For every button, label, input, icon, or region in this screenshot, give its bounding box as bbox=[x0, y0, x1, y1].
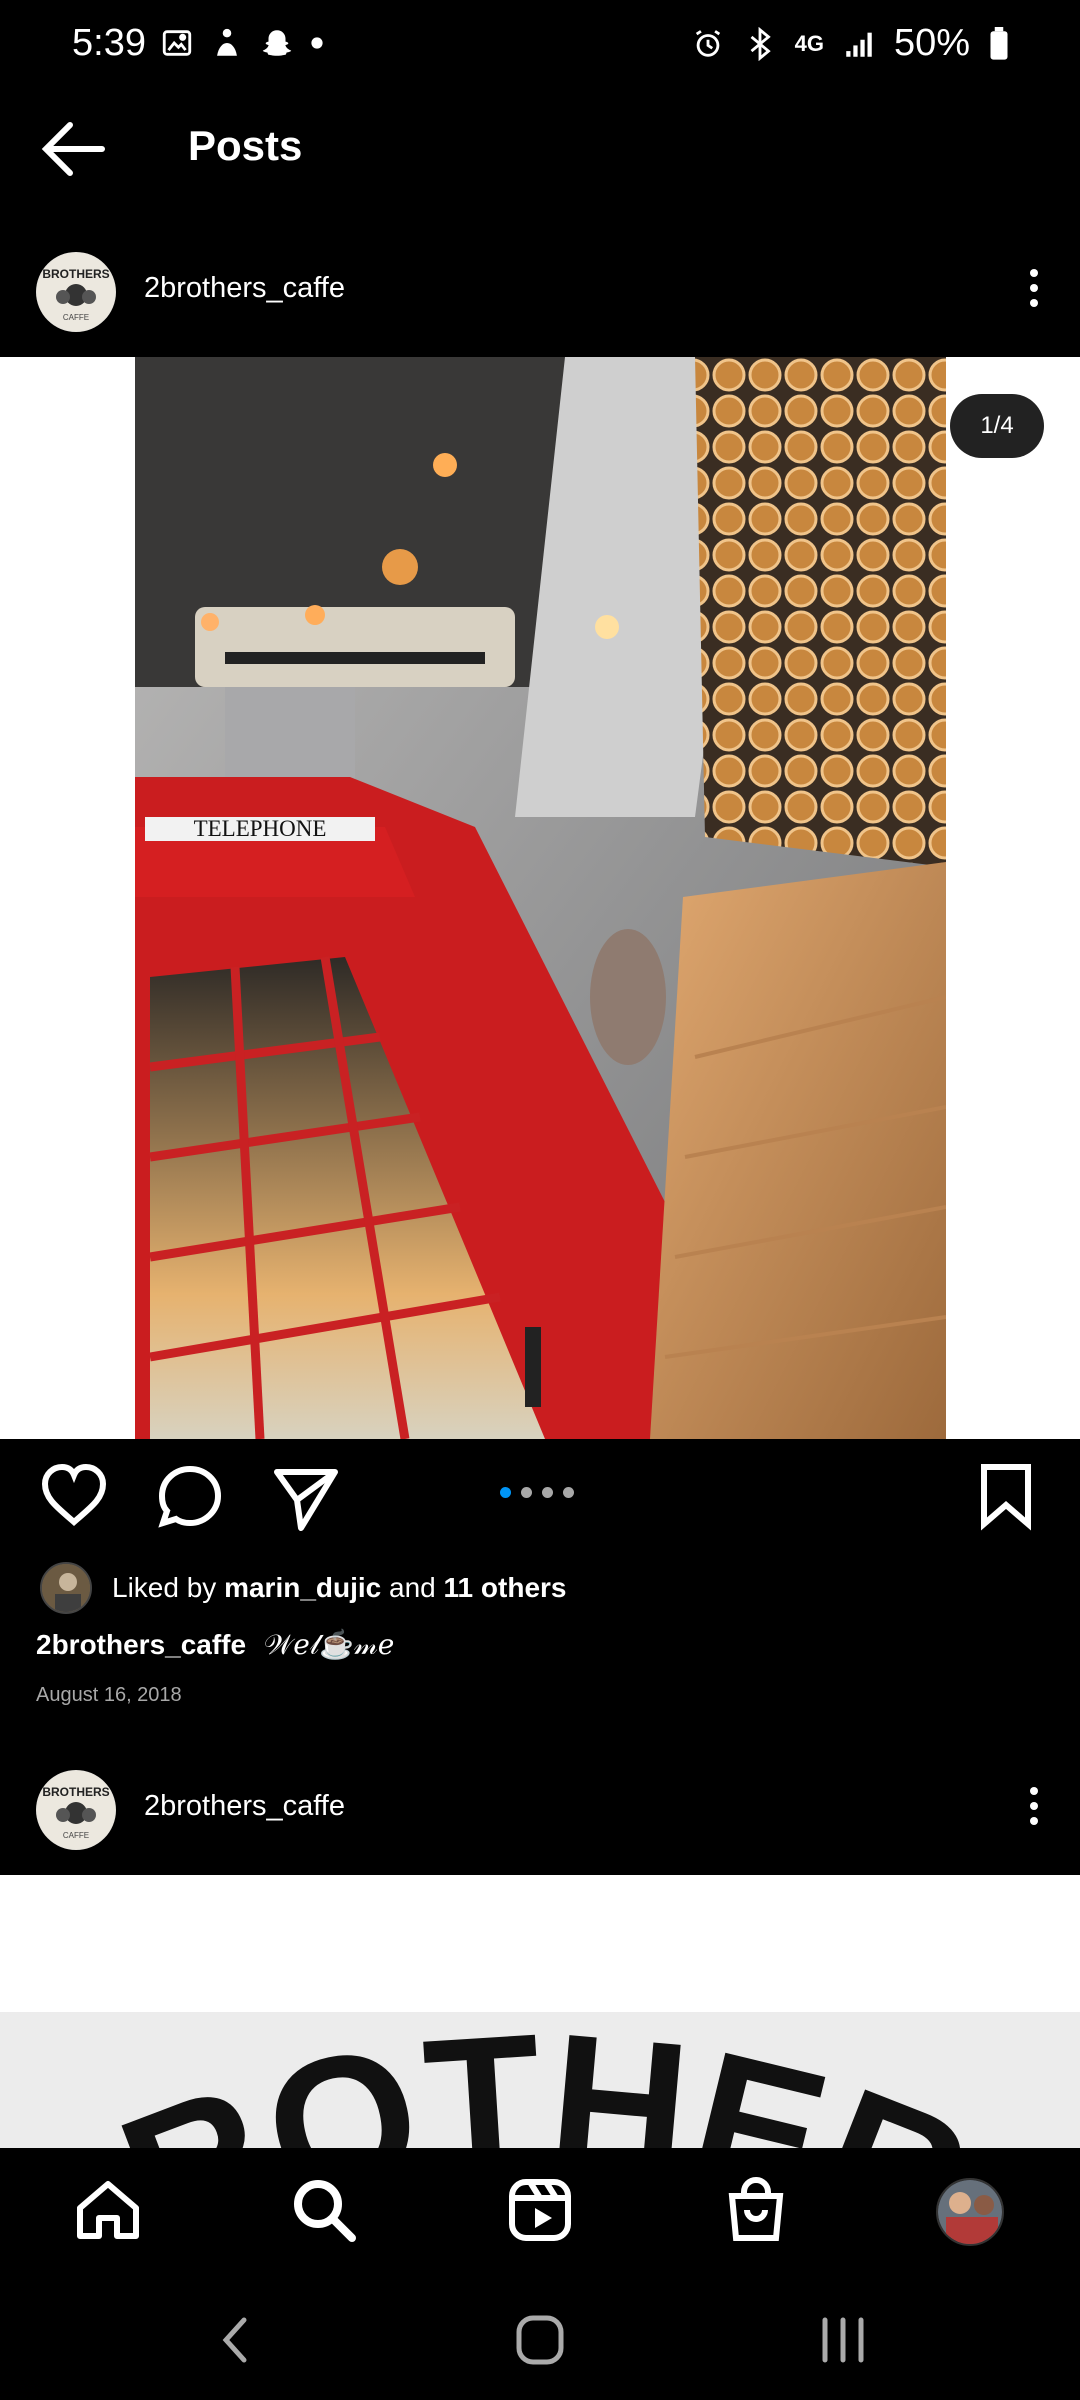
username[interactable]: 2brothers_caffe bbox=[144, 272, 345, 305]
brand-logo-icon: BROTHERS CAFFE bbox=[37, 1771, 115, 1849]
status-bar: 5:39 4G 50% bbox=[0, 0, 1080, 92]
share-icon[interactable] bbox=[270, 1462, 342, 1534]
likes-middle: and bbox=[389, 1572, 436, 1603]
post-media[interactable]: TELEPHONE bbox=[0, 357, 1080, 1439]
svg-text:BROTHERS: BROTHERS bbox=[0, 2012, 996, 2148]
next-post-username[interactable]: 2brothers_caffe bbox=[144, 1790, 345, 1823]
next-post-media[interactable]: BROTHERS bbox=[0, 2012, 1080, 2148]
bookmark-icon[interactable] bbox=[970, 1460, 1042, 1532]
home-icon[interactable] bbox=[72, 2174, 144, 2246]
gallery-icon bbox=[162, 30, 192, 56]
caption-username[interactable]: 2brothers_caffe bbox=[36, 1629, 246, 1660]
profile-avatar-icon bbox=[938, 2180, 1002, 2244]
liker-avatar[interactable] bbox=[40, 1562, 92, 1614]
post-photo: TELEPHONE bbox=[135, 357, 946, 1439]
liker-username[interactable]: marin_dujic bbox=[224, 1572, 381, 1603]
dot-icon bbox=[311, 37, 323, 49]
post-date: August 16, 2018 bbox=[36, 1684, 182, 1706]
image-counter: 1/4 bbox=[950, 394, 1044, 458]
status-right-icons: 4G 50% bbox=[691, 22, 1010, 65]
carousel-dots bbox=[500, 1487, 574, 1498]
bluetooth-icon bbox=[750, 26, 771, 61]
svg-text:CAFFE: CAFFE bbox=[63, 313, 89, 322]
likes-others[interactable]: 11 others bbox=[444, 1572, 567, 1603]
comment-icon[interactable] bbox=[154, 1461, 226, 1533]
network-label: 4G bbox=[794, 30, 824, 56]
likes-prefix: Liked by bbox=[112, 1572, 217, 1603]
brand-logo-icon: BROTHERS CAFFE bbox=[37, 253, 115, 331]
home-button-icon[interactable] bbox=[505, 2312, 575, 2368]
carousel-dot[interactable] bbox=[563, 1487, 574, 1498]
next-post-logo: BROTHERS bbox=[0, 2012, 996, 2148]
caption: 2brothers_caffe 𝒲𝑒𝓁☕𝓂𝑒 bbox=[36, 1628, 394, 1662]
system-navigation bbox=[0, 2272, 1080, 2400]
search-icon[interactable] bbox=[288, 2174, 360, 2246]
likes-text: Liked by marin_dujic and 11 others bbox=[112, 1572, 566, 1604]
reels-icon[interactable] bbox=[504, 2174, 576, 2246]
signal-icon bbox=[846, 32, 872, 57]
carousel-dot[interactable] bbox=[500, 1487, 511, 1498]
more-options-icon[interactable] bbox=[1012, 262, 1056, 322]
bottom-nav bbox=[0, 2148, 1080, 2272]
post-header: BROTHERS CAFFE 2brothers_caffe bbox=[0, 240, 1080, 340]
status-time: 5:39 bbox=[72, 22, 146, 64]
person-avatar-icon bbox=[42, 1564, 90, 1612]
battery-percent: 50% bbox=[893, 22, 970, 64]
recents-icon[interactable] bbox=[808, 2312, 878, 2368]
notification-icon bbox=[217, 28, 237, 56]
snapchat-icon bbox=[262, 30, 292, 56]
carousel-dot[interactable] bbox=[542, 1487, 553, 1498]
caption-text: 𝒲𝑒𝓁☕𝓂𝑒 bbox=[263, 1628, 395, 1661]
next-post-media-top[interactable] bbox=[0, 1875, 1080, 2012]
carousel-dot[interactable] bbox=[521, 1487, 532, 1498]
profile-avatar[interactable] bbox=[936, 2178, 1004, 2246]
svg-text:CAFFE: CAFFE bbox=[63, 1831, 89, 1840]
svg-text:TELEPHONE: TELEPHONE bbox=[194, 816, 327, 841]
battery-icon bbox=[990, 26, 1008, 60]
more-options-icon[interactable] bbox=[1012, 1780, 1056, 1840]
svg-text:BROTHERS: BROTHERS bbox=[42, 1785, 109, 1799]
svg-text:BROTHERS: BROTHERS bbox=[42, 267, 109, 281]
next-post-avatar[interactable]: BROTHERS CAFFE bbox=[36, 1770, 116, 1850]
arrow-left-icon[interactable] bbox=[38, 118, 108, 180]
heart-icon[interactable] bbox=[38, 1460, 110, 1532]
status-left-icons bbox=[160, 26, 324, 60]
shop-icon[interactable] bbox=[720, 2174, 792, 2246]
alarm-icon bbox=[695, 29, 720, 57]
avatar[interactable]: BROTHERS CAFFE bbox=[36, 252, 116, 332]
likes-row[interactable]: Liked by marin_dujic and 11 others bbox=[40, 1562, 566, 1614]
page-title: Posts bbox=[188, 122, 303, 169]
back-icon[interactable] bbox=[202, 2312, 272, 2368]
next-post-header: BROTHERS CAFFE 2brothers_caffe bbox=[0, 1758, 1080, 1858]
